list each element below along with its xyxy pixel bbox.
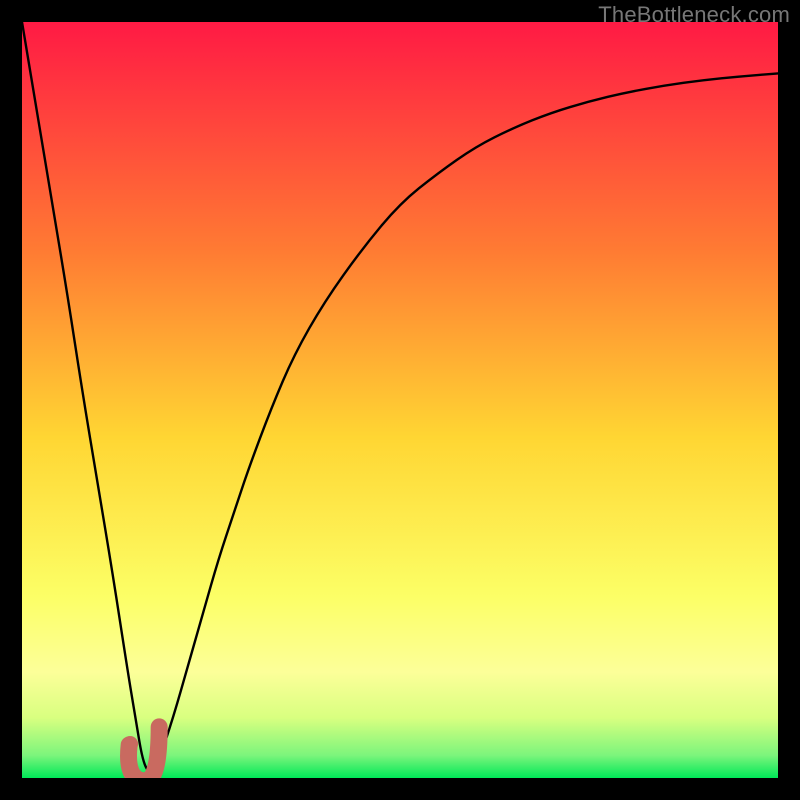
optimal-marker-dot	[122, 736, 138, 752]
chart-frame: TheBottleneck.com	[0, 0, 800, 800]
watermark-text: TheBottleneck.com	[598, 2, 790, 28]
plot-area	[22, 22, 778, 778]
gradient-background	[22, 22, 778, 778]
bottleneck-plot-svg	[22, 22, 778, 778]
